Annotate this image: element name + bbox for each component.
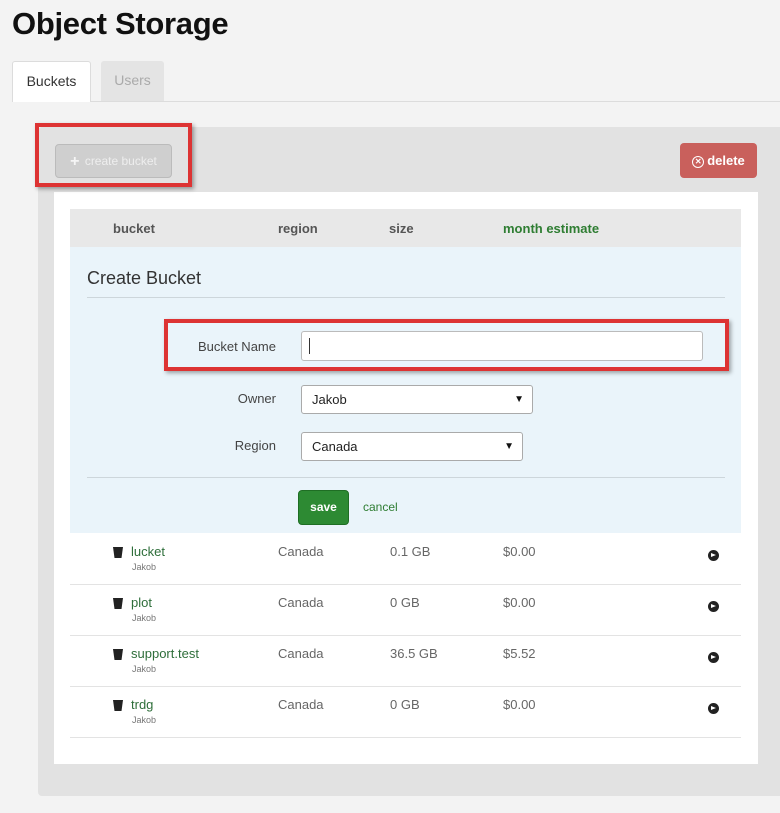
column-header-region: region bbox=[278, 221, 318, 236]
column-header-month-estimate: month estimate bbox=[503, 221, 600, 236]
bucket-region: Canada bbox=[278, 595, 324, 610]
tab-divider bbox=[12, 101, 780, 102]
caret-down-icon: ▼ bbox=[514, 394, 524, 405]
table-row: trdg Jakob Canada 0 GB $0.00 bbox=[70, 687, 741, 738]
bucket-icon bbox=[113, 598, 123, 609]
highlight-create-bucket bbox=[35, 123, 192, 187]
bucket-owner: Jakob bbox=[132, 664, 157, 674]
page-title: Object Storage bbox=[12, 6, 229, 41]
save-button[interactable]: save bbox=[298, 490, 349, 525]
bucket-region: Canada bbox=[278, 697, 324, 712]
column-header-bucket: bucket bbox=[113, 221, 155, 236]
owner-select-value: Jakob bbox=[312, 392, 347, 407]
bucket-estimate: $0.00 bbox=[503, 544, 536, 559]
circle-x-icon: ✕ bbox=[692, 155, 705, 168]
table-row: support.test Jakob Canada 36.5 GB $5.52 bbox=[70, 636, 741, 687]
bucket-name-link[interactable]: support.test bbox=[131, 646, 199, 661]
bucket-owner: Jakob bbox=[132, 613, 157, 623]
highlight-bucket-name bbox=[164, 319, 729, 371]
delete-button[interactable]: ✕ delete bbox=[680, 143, 757, 178]
bucket-size: 0 GB bbox=[390, 595, 420, 610]
bucket-size: 0 GB bbox=[390, 697, 420, 712]
bucket-size: 0.1 GB bbox=[390, 544, 431, 559]
bucket-owner: Jakob bbox=[132, 562, 157, 572]
table-row: lucket Jakob Canada 0.1 GB $0.00 bbox=[70, 534, 741, 585]
caret-down-icon: ▼ bbox=[504, 441, 514, 452]
table-row: plot Jakob Canada 0 GB $0.00 bbox=[70, 585, 741, 636]
bucket-region: Canada bbox=[278, 646, 324, 661]
column-header-size: size bbox=[389, 221, 414, 236]
tab-buckets[interactable]: Buckets bbox=[12, 61, 91, 102]
arrow-circle-icon[interactable] bbox=[708, 703, 719, 714]
bucket-icon bbox=[113, 547, 123, 558]
owner-select[interactable]: Jakob ▼ bbox=[301, 385, 533, 414]
delete-label: delete bbox=[707, 153, 745, 168]
bucket-size: 36.5 GB bbox=[390, 646, 438, 661]
tab-bar: Buckets Users bbox=[12, 61, 780, 102]
form-divider-bottom bbox=[87, 477, 725, 478]
bucket-estimate: $5.52 bbox=[503, 646, 536, 661]
bucket-name-link[interactable]: lucket bbox=[131, 544, 165, 559]
arrow-circle-icon[interactable] bbox=[708, 601, 719, 612]
region-select[interactable]: Canada ▼ bbox=[301, 432, 523, 461]
arrow-circle-icon[interactable] bbox=[708, 652, 719, 663]
bucket-owner: Jakob bbox=[132, 715, 157, 725]
form-divider-top bbox=[87, 297, 725, 298]
bucket-region: Canada bbox=[278, 544, 324, 559]
region-select-value: Canada bbox=[312, 439, 358, 454]
region-label: Region bbox=[234, 438, 276, 453]
bucket-name-link[interactable]: trdg bbox=[131, 697, 153, 712]
cancel-link[interactable]: cancel bbox=[363, 500, 398, 514]
table-header: bucket region size month estimate bbox=[70, 209, 741, 247]
bucket-icon bbox=[113, 700, 123, 711]
create-bucket-title: Create Bucket bbox=[87, 268, 202, 288]
bucket-icon bbox=[113, 649, 123, 660]
arrow-circle-icon[interactable] bbox=[708, 550, 719, 561]
tab-users[interactable]: Users bbox=[101, 61, 164, 101]
bucket-estimate: $0.00 bbox=[503, 595, 536, 610]
bucket-name-link[interactable]: plot bbox=[131, 595, 152, 610]
owner-label: Owner bbox=[237, 391, 276, 406]
bucket-estimate: $0.00 bbox=[503, 697, 536, 712]
